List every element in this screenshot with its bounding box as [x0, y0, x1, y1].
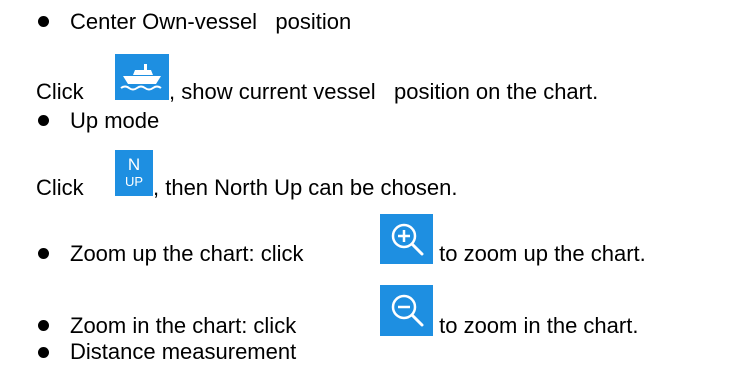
north-up-icon[interactable]: N UP — [115, 150, 153, 196]
north-up-description: , then North Up can be chosen. — [153, 175, 458, 200]
zoom-in-icon[interactable] — [380, 214, 433, 264]
zoom-out-icon[interactable] — [380, 285, 433, 336]
heading-up-mode: Up mode — [70, 108, 160, 133]
click-label: Click — [36, 79, 84, 104]
north-up-icon-up: UP — [125, 174, 143, 189]
zoom-up-prefix: Zoom up the chart: click — [70, 241, 304, 266]
zoom-in-prefix: Zoom in the chart: click — [70, 313, 297, 338]
zoom-up-suffix: to zoom up the chart. — [433, 241, 646, 266]
click-label: Click — [36, 175, 84, 200]
heading-center-own-vessel: Center Own-vessel position — [70, 9, 352, 34]
ship-description: , show current vessel position on the ch… — [169, 79, 599, 104]
bullet — [38, 16, 49, 27]
heading-distance-measurement: Distance measurement — [70, 339, 297, 364]
bullet — [38, 115, 49, 126]
zoom-in-suffix: to zoom in the chart. — [433, 313, 639, 338]
bullet — [38, 320, 49, 331]
ship-icon[interactable] — [115, 54, 169, 100]
north-up-icon-n: N — [128, 155, 140, 174]
bullet — [38, 248, 49, 259]
bullet — [38, 347, 49, 358]
